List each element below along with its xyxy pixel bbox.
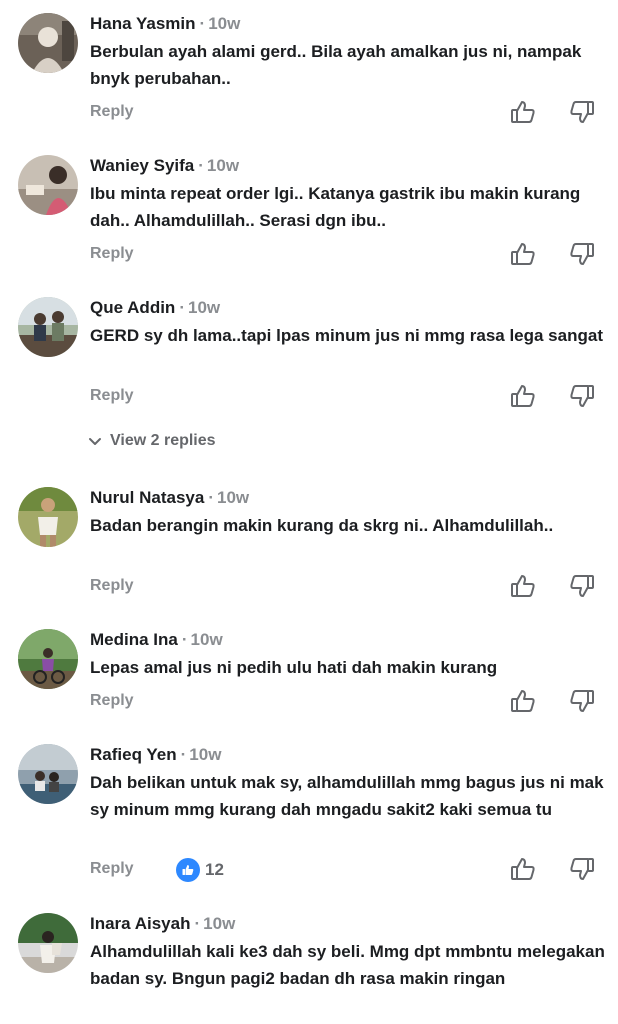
separator: · xyxy=(199,14,206,33)
comment-time[interactable]: 10w xyxy=(188,298,220,317)
comment-text: Lepas amal jus ni pedih ulu hati dah mak… xyxy=(90,658,498,677)
thumbs-down-icon[interactable] xyxy=(568,382,596,410)
avatar[interactable] xyxy=(18,744,78,804)
view-replies-button[interactable]: View 2 replies xyxy=(88,432,216,450)
comment-header: Medina Ina · 10w xyxy=(90,629,223,651)
commenter-name[interactable]: Medina Ina xyxy=(90,630,178,649)
reaction-summary[interactable]: 12 xyxy=(176,858,224,882)
separator: · xyxy=(194,914,201,933)
comment-time[interactable]: 10w xyxy=(217,488,249,507)
comment-text: Ibu minta repeat order lgi.. Katanya gas… xyxy=(90,184,581,230)
comment-header: Waniey Syifa · 10w xyxy=(90,155,239,177)
chevron-down-icon xyxy=(89,438,101,445)
separator: · xyxy=(208,488,214,507)
comment-text: GERD sy dh lama..tapi lpas minum jus ni … xyxy=(90,326,603,345)
separator: · xyxy=(180,745,187,764)
comment-time[interactable]: 10w xyxy=(189,745,221,764)
thumbs-up-icon[interactable] xyxy=(509,240,537,268)
reply-button[interactable]: Reply xyxy=(90,245,134,263)
thumbs-up-icon[interactable] xyxy=(509,687,537,715)
comment-time[interactable]: 10w xyxy=(208,14,240,33)
commenter-name[interactable]: Waniey Syifa xyxy=(90,156,194,175)
commenter-name[interactable]: Hana Yasmin xyxy=(90,14,196,33)
commenter-name[interactable]: Que Addin xyxy=(90,298,175,317)
thumbs-up-icon[interactable] xyxy=(509,855,537,883)
like-reaction-icon xyxy=(176,858,200,882)
comment-time[interactable]: 10w xyxy=(191,630,223,649)
comment-header: Nurul Natasya · 10w xyxy=(90,487,249,509)
separator: · xyxy=(181,630,188,649)
comment-header: Que Addin · 10w xyxy=(90,297,220,319)
comment-header: Hana Yasmin · 10w xyxy=(90,13,240,35)
thumbs-down-icon[interactable] xyxy=(568,240,596,268)
thumbs-up-icon[interactable] xyxy=(509,572,537,600)
reply-button[interactable]: Reply xyxy=(90,692,134,710)
comment-text: Berbulan ayah alami gerd.. Bila ayah ama… xyxy=(90,42,582,88)
view-replies-label: View 2 replies xyxy=(110,432,216,449)
reaction-count: 12 xyxy=(205,860,224,879)
reply-button[interactable]: Reply xyxy=(90,103,134,121)
comment-header: Rafieq Yen · 10w xyxy=(90,744,221,766)
thumbs-up-icon[interactable] xyxy=(509,98,537,126)
avatar[interactable] xyxy=(18,913,78,973)
thumbs-down-icon[interactable] xyxy=(568,572,596,600)
separator: · xyxy=(198,156,204,175)
comment-text: Alhamdulillah kali ke3 dah sy beli. Mmg … xyxy=(90,942,605,988)
avatar[interactable] xyxy=(18,13,78,73)
comment-header: Inara Aisyah · 10w xyxy=(90,913,235,935)
thumbs-down-icon[interactable] xyxy=(568,855,596,883)
reply-button[interactable]: Reply xyxy=(90,577,134,595)
commenter-name[interactable]: Nurul Natasya xyxy=(90,488,204,507)
avatar[interactable] xyxy=(18,629,78,689)
avatar[interactable] xyxy=(18,297,78,357)
thumbs-down-icon[interactable] xyxy=(568,687,596,715)
comment-text: Badan berangin makin kurang da skrg ni..… xyxy=(90,516,554,535)
comment-text: Dah belikan untuk mak sy, alhamdulillah … xyxy=(90,773,604,819)
comment-time[interactable]: 10w xyxy=(207,156,239,175)
reply-button[interactable]: Reply xyxy=(90,387,134,405)
commenter-name[interactable]: Inara Aisyah xyxy=(90,914,190,933)
avatar[interactable] xyxy=(18,487,78,547)
separator: · xyxy=(179,298,185,317)
comment-time[interactable]: 10w xyxy=(203,914,235,933)
reply-button[interactable]: Reply xyxy=(90,860,134,878)
thumbs-down-icon[interactable] xyxy=(568,98,596,126)
thumbs-up-icon[interactable] xyxy=(509,382,537,410)
commenter-name[interactable]: Rafieq Yen xyxy=(90,745,177,764)
avatar[interactable] xyxy=(18,155,78,215)
